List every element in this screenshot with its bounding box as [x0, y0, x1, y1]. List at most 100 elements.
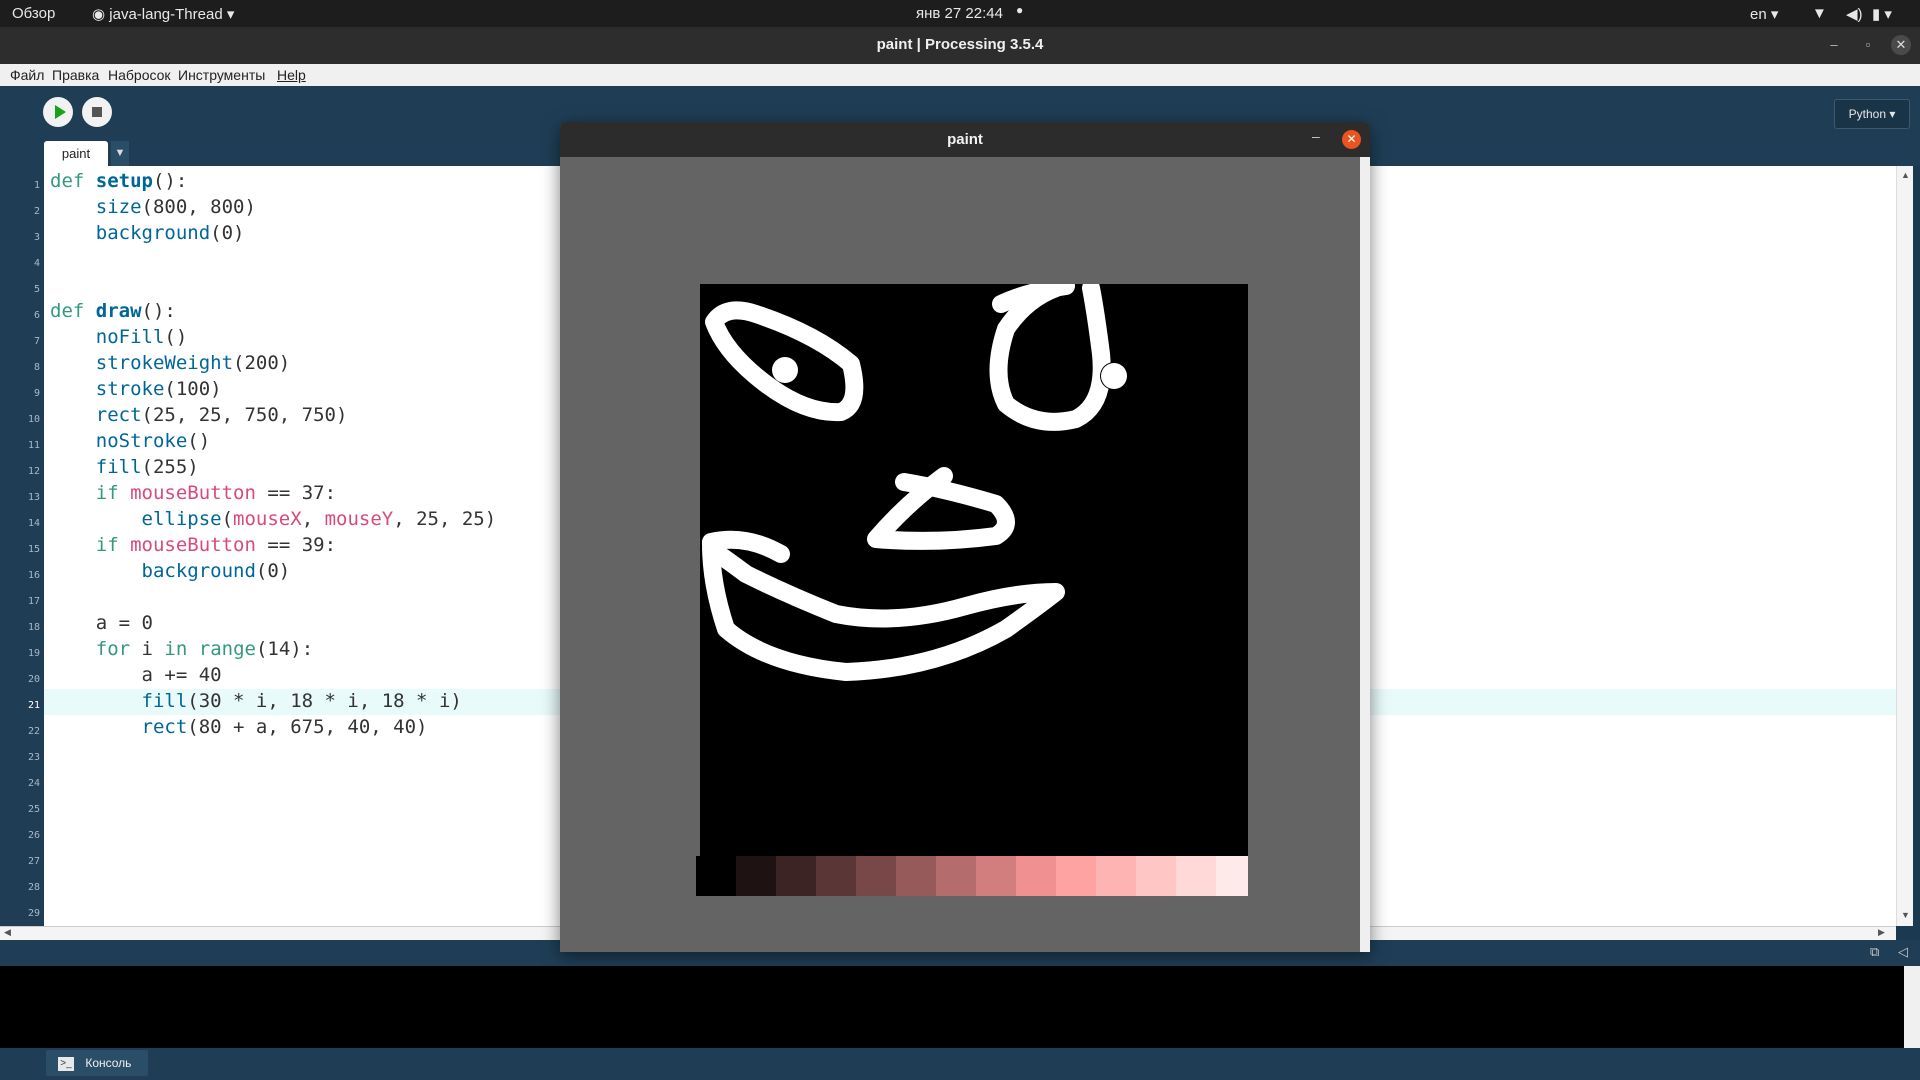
- console-scrollbar[interactable]: [1904, 966, 1920, 1048]
- maximize-icon[interactable]: ▫: [1858, 35, 1878, 55]
- color-swatch: [776, 856, 816, 896]
- tab-paint[interactable]: paint: [44, 141, 108, 166]
- console-tab-label: Консоль: [85, 1056, 132, 1070]
- minimize-icon[interactable]: –: [1824, 35, 1844, 55]
- collapse-icon[interactable]: ◁: [1898, 944, 1908, 960]
- tab-menu-arrow-icon[interactable]: ▼: [111, 141, 129, 166]
- sketch-window-title: paint: [560, 122, 1370, 157]
- line-number: 10: [27, 414, 40, 425]
- line-number: 14: [27, 518, 40, 529]
- line-number: 21: [27, 700, 40, 711]
- stop-icon: [92, 107, 102, 117]
- code-line: strokeWeight(200): [95, 352, 291, 374]
- wifi-icon[interactable]: ▼: [1812, 5, 1827, 22]
- copy-console-icon[interactable]: ⧉: [1870, 944, 1879, 960]
- color-swatch-row: [696, 856, 1248, 896]
- scroll-down-icon[interactable]: ▼: [1901, 910, 1910, 920]
- code-line: if mouseButton == 39:: [95, 534, 337, 556]
- code-line: for i in range(14):: [95, 638, 314, 660]
- menu-bar: Файл Правка Набросок Инструменты Help: [0, 64, 1920, 87]
- sketch-window[interactable]: paint – ✕: [560, 122, 1370, 952]
- line-number: 20: [27, 674, 40, 685]
- input-language[interactable]: en ▾: [1750, 5, 1778, 23]
- overview-button[interactable]: Обзор: [12, 5, 55, 22]
- line-number: 13: [27, 492, 40, 503]
- color-swatch: [816, 856, 856, 896]
- code-line: rect(80 + a, 675, 40, 40): [141, 716, 428, 738]
- mode-selector[interactable]: Python ▾: [1834, 99, 1910, 129]
- line-number: 25: [27, 804, 40, 815]
- color-swatch: [1016, 856, 1056, 896]
- stop-button[interactable]: [82, 97, 112, 127]
- close-icon[interactable]: ✕: [1891, 35, 1911, 55]
- code-line: noStroke(): [95, 430, 211, 452]
- run-button[interactable]: [43, 97, 73, 127]
- code-line: def setup():: [50, 170, 188, 192]
- menu-help[interactable]: Help: [277, 67, 306, 83]
- menu-file[interactable]: Файл: [10, 67, 44, 83]
- code-line: a = 0: [50, 612, 153, 634]
- code-line: if mouseButton == 37:: [95, 482, 337, 504]
- right-pupil: [1101, 363, 1127, 389]
- scroll-up-icon[interactable]: ▲: [1901, 170, 1910, 180]
- code-line: a += 40: [50, 664, 222, 686]
- color-swatch: [1136, 856, 1176, 896]
- line-number: 9: [33, 388, 40, 399]
- window-title: paint | Processing 3.5.4: [876, 36, 1044, 53]
- input-language-label: en: [1750, 6, 1767, 23]
- clock[interactable]: янв 27 22:44: [916, 5, 1003, 22]
- code-line: background(0): [95, 222, 245, 244]
- sketch-minimize-icon[interactable]: –: [1312, 128, 1320, 144]
- color-swatch: [936, 856, 976, 896]
- scroll-right-icon[interactable]: ▶: [1878, 927, 1885, 938]
- menu-tools[interactable]: Инструменты: [178, 67, 265, 83]
- console-tab[interactable]: >_ Консоль: [46, 1050, 148, 1076]
- volume-icon[interactable]: ◀): [1846, 5, 1863, 23]
- line-number: 18: [27, 622, 40, 633]
- color-swatch: [1176, 856, 1216, 896]
- terminal-icon: >_: [58, 1056, 74, 1071]
- line-numbers: 1 2 3 4 5 6 7 8 9 10 11 12 13 14 15 16 17 18 19 20 21 22 23 24 2…: [0, 166, 44, 926]
- line-number: 22: [27, 726, 40, 737]
- color-swatch: [1096, 856, 1136, 896]
- editor-vertical-scrollbar[interactable]: ▲ ▼: [1896, 166, 1913, 926]
- app-menu[interactable]: ◉ java-lang-Thread ▾: [92, 5, 234, 23]
- color-swatch: [1216, 856, 1248, 896]
- line-number: 17: [27, 596, 40, 607]
- line-number: 8: [33, 362, 40, 373]
- code-line: size(800, 800): [95, 196, 256, 218]
- code-line: noFill(): [95, 326, 188, 348]
- footer-bar: [0, 1048, 1920, 1080]
- line-number: 19: [27, 648, 40, 659]
- line-number: 16: [27, 570, 40, 581]
- line-number: 2: [33, 206, 40, 217]
- line-number: 7: [33, 336, 40, 347]
- color-swatch: [856, 856, 896, 896]
- play-icon: [55, 105, 66, 119]
- color-swatch: [896, 856, 936, 896]
- sketch-close-icon[interactable]: ✕: [1342, 130, 1361, 149]
- sketch-scrollbar[interactable]: [1360, 157, 1370, 952]
- code-line: background(0): [141, 560, 291, 582]
- menu-sketch[interactable]: Набросок: [108, 67, 171, 83]
- scroll-left-icon[interactable]: ◀: [4, 927, 11, 938]
- app-menu-label: java-lang-Thread: [109, 6, 223, 23]
- line-number: 29: [27, 908, 40, 919]
- battery-icon[interactable]: ▮ ▾: [1872, 5, 1892, 23]
- code-line: rect(25, 25, 750, 750): [95, 404, 348, 426]
- line-number: 23: [27, 752, 40, 763]
- code-line: def draw():: [50, 300, 176, 322]
- line-number: 12: [27, 466, 40, 477]
- line-number: 26: [27, 830, 40, 841]
- code-line: fill(30 * i, 18 * i, 18 * i): [141, 690, 462, 712]
- color-swatch: [1056, 856, 1096, 896]
- console-output[interactable]: [0, 966, 1920, 1048]
- color-swatch: [736, 856, 776, 896]
- line-number: 24: [27, 778, 40, 789]
- menu-edit[interactable]: Правка: [52, 67, 99, 83]
- sketch-canvas[interactable]: [686, 284, 1248, 896]
- code-line: fill(255): [95, 456, 199, 478]
- system-top-bar: Обзор ◉ java-lang-Thread ▾ янв 27 22:44 …: [0, 0, 1920, 27]
- line-number: 5: [33, 284, 40, 295]
- code-line: ellipse(mouseX, mouseY, 25, 25): [141, 508, 497, 530]
